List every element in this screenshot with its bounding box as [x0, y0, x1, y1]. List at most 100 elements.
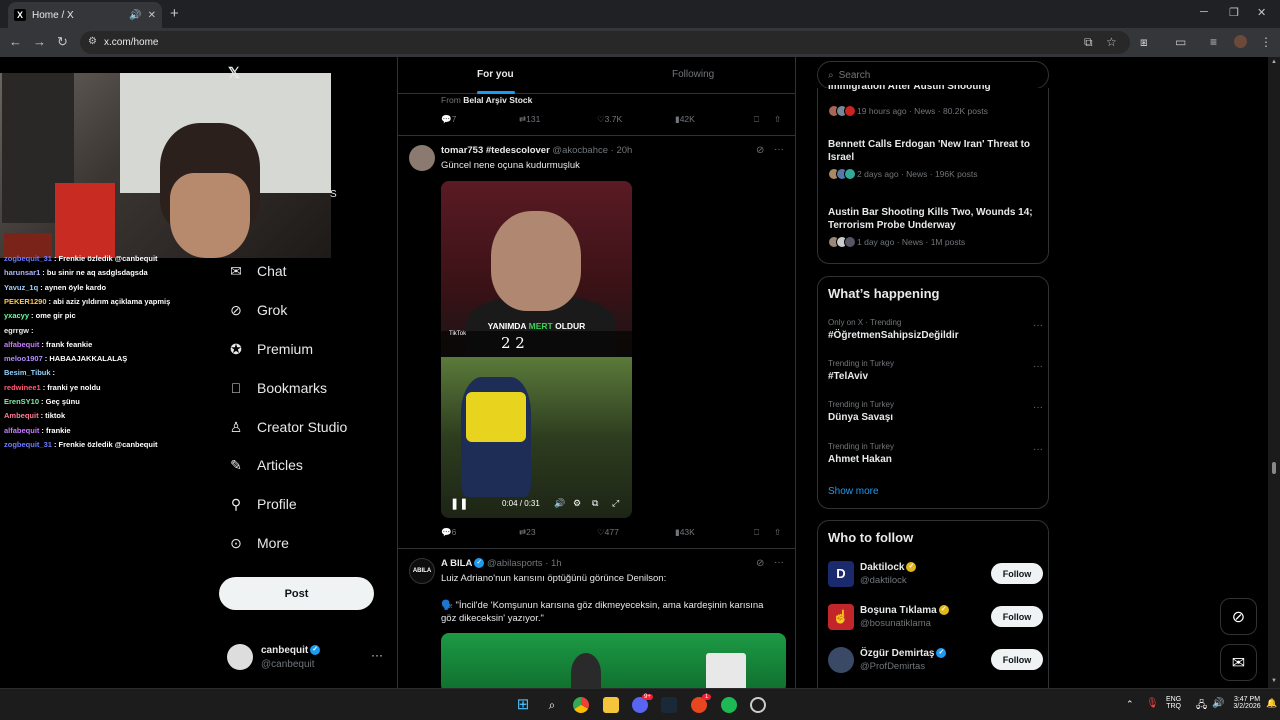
- sidepanel-icon[interactable]: ▭: [1175, 35, 1186, 49]
- tab-close-icon[interactable]: ✕: [148, 10, 156, 21]
- follow-suggestion[interactable]: Özgür Demirtaş ✓ @ProfDemirtas Follow: [828, 647, 1043, 677]
- repost-button[interactable]: ⇄ 131: [519, 114, 540, 125]
- nav-item-profile[interactable]: ⚲ Profile: [228, 492, 297, 516]
- follow-button[interactable]: Follow: [991, 606, 1043, 627]
- trend-item[interactable]: Trending in Turkey Dünya Savaşı ···: [828, 400, 1043, 423]
- tweet-author-handle[interactable]: @abilasports: [487, 558, 543, 569]
- scroll-up-icon[interactable]: ▲: [1271, 59, 1277, 65]
- search-icon[interactable]: ⌕: [544, 697, 560, 713]
- follow-suggestion[interactable]: ☝ Boşuna Tıklama ✓ @bosunatiklama Follow: [828, 604, 1043, 634]
- reload-icon[interactable]: ↻: [57, 34, 68, 50]
- tweet-author-name[interactable]: A BILA: [441, 558, 472, 569]
- pip-icon[interactable]: ⧉: [592, 498, 598, 509]
- like-button[interactable]: ♡ 3.7K: [597, 114, 622, 125]
- nav-item-bookmarks[interactable]: ⎕ Bookmarks: [228, 376, 327, 400]
- tab-for-you[interactable]: For you: [477, 69, 514, 80]
- steam-icon[interactable]: [661, 697, 677, 713]
- nav-item-articles[interactable]: ✎ Articles: [228, 453, 303, 477]
- microphone-icon[interactable]: 🎙: [1146, 698, 1159, 709]
- grok-float-button[interactable]: ⊘: [1220, 598, 1257, 635]
- messages-float-button[interactable]: ✉: [1220, 644, 1257, 681]
- minimize-icon[interactable]: ─: [1200, 6, 1208, 18]
- tweet-time[interactable]: · 1h: [545, 558, 561, 569]
- browser-menu-icon[interactable]: ⋮: [1260, 35, 1272, 49]
- grok-icon[interactable]: ⊘: [756, 558, 764, 569]
- account-more-icon[interactable]: ···: [371, 648, 383, 662]
- scrollbar[interactable]: ▲ ▼: [1268, 57, 1280, 688]
- nav-item-premium[interactable]: ✪ Premium: [228, 337, 313, 361]
- grok-icon[interactable]: ⊘: [756, 145, 764, 156]
- trend-more-icon[interactable]: ···: [1033, 361, 1043, 372]
- tweet-more-icon[interactable]: ···: [774, 144, 784, 155]
- reply-button[interactable]: 💬 6: [441, 527, 456, 538]
- browser-tab[interactable]: X Home / X 🔊 ✕: [8, 2, 162, 28]
- back-icon[interactable]: ←: [9, 34, 22, 49]
- post-button[interactable]: Post: [219, 577, 374, 610]
- repost-button[interactable]: ⇄ 23: [519, 527, 536, 538]
- avatar[interactable]: ABILA: [409, 558, 435, 584]
- clock[interactable]: 3:47 PM 3/2/2026: [1230, 696, 1264, 710]
- news-item[interactable]: Immigration After Austin Shooting: [828, 85, 1043, 93]
- bookmark-icon[interactable]: ⎕: [754, 114, 759, 125]
- share-icon[interactable]: ⇧: [774, 114, 781, 125]
- language-indicator[interactable]: ENG TRQ: [1166, 696, 1181, 710]
- trend-item[interactable]: Trending in Turkey Ahmet Hakan ···: [828, 442, 1043, 465]
- nav-item-more[interactable]: ⊙ More: [228, 531, 289, 555]
- from-source[interactable]: Belal Arşiv Stock: [463, 95, 532, 105]
- nav-item-grok[interactable]: ⊘ Grok: [228, 298, 287, 322]
- window-close-icon[interactable]: ✕: [1257, 6, 1266, 19]
- tweet-more-icon[interactable]: ···: [774, 557, 784, 568]
- new-tab-icon[interactable]: +: [170, 5, 179, 22]
- app2-icon[interactable]: [750, 697, 766, 713]
- tweet-image[interactable]: [441, 633, 786, 688]
- views-button[interactable]: ▮ 43K: [675, 527, 695, 538]
- share-icon[interactable]: ⇧: [774, 527, 781, 538]
- site-info-icon[interactable]: ⚙: [88, 36, 97, 47]
- x-logo-icon[interactable]: 𝕏: [228, 64, 240, 82]
- video-player[interactable]: YANIMDA MERT OLDUR 2 2 TikTok ❚❚ 0:04 / …: [441, 181, 632, 518]
- volume-icon[interactable]: 🔊: [554, 498, 565, 509]
- url-input[interactable]: ⚙ x.com/home: [80, 31, 1130, 54]
- tab-following[interactable]: Following: [672, 69, 714, 80]
- news-item[interactable]: 19 hours ago · News · 80.2K posts: [828, 101, 1043, 117]
- news-item[interactable]: Austin Bar Shooting Kills Two, Wounds 14…: [828, 206, 1043, 248]
- tray-expand-icon[interactable]: ⌃: [1126, 699, 1134, 710]
- trend-item[interactable]: Only on X · Trending #ÖğretmenSahipsizDe…: [828, 318, 1043, 341]
- notification-icon[interactable]: 🔔: [1266, 698, 1277, 709]
- forward-icon[interactable]: →: [33, 34, 46, 49]
- account-switcher[interactable]: canbequit ✓ @canbequit ···: [227, 644, 387, 674]
- network-icon[interactable]: 🖧: [1196, 698, 1207, 715]
- volume-icon[interactable]: 🔊: [1212, 698, 1224, 709]
- extensions-icon[interactable]: ⧆: [1140, 35, 1148, 50]
- fullscreen-icon[interactable]: ⤢: [612, 498, 619, 509]
- views-button[interactable]: ▮ 42K: [675, 114, 695, 125]
- follow-suggestion[interactable]: D Daktilock ✓ @daktilock Follow: [828, 561, 1043, 591]
- chrome-icon[interactable]: [573, 697, 589, 713]
- tweet-time[interactable]: · 20h: [611, 145, 633, 156]
- nav-item-creator-studio[interactable]: ♙ Creator Studio: [228, 415, 348, 439]
- tweet-author-name[interactable]: tomar753 #tedescolover: [441, 145, 550, 156]
- reading-list-icon[interactable]: ≡: [1210, 35, 1217, 49]
- follow-button[interactable]: Follow: [991, 649, 1043, 670]
- profile-avatar[interactable]: [1234, 35, 1247, 48]
- nav-item-chat[interactable]: ✉ Chat: [228, 259, 286, 283]
- news-item[interactable]: Bennett Calls Erdogan 'New Iran' Threat …: [828, 138, 1043, 180]
- restore-icon[interactable]: ❐: [1229, 6, 1239, 19]
- pause-icon[interactable]: ❚❚: [450, 497, 468, 510]
- follow-button[interactable]: Follow: [991, 563, 1043, 584]
- like-button[interactable]: ♡ 477: [597, 527, 619, 538]
- windows-start-icon[interactable]: ⊞: [515, 697, 531, 713]
- scrollbar-thumb[interactable]: [1272, 462, 1276, 474]
- trend-more-icon[interactable]: ···: [1033, 320, 1043, 331]
- scroll-down-icon[interactable]: ▼: [1271, 678, 1277, 684]
- tweet-author-handle[interactable]: @akocbahce: [552, 145, 608, 156]
- spotify-icon[interactable]: [721, 697, 737, 713]
- audio-icon[interactable]: 🔊: [129, 10, 141, 21]
- star-icon[interactable]: ☆: [1106, 35, 1117, 49]
- avatar[interactable]: [409, 145, 435, 171]
- trend-more-icon[interactable]: ···: [1033, 444, 1043, 455]
- bookmark-icon[interactable]: ⎕: [754, 527, 759, 538]
- settings-icon[interactable]: ⚙: [573, 498, 581, 509]
- trend-item[interactable]: Trending in Turkey #TelAviv ···: [828, 359, 1043, 382]
- install-app-icon[interactable]: ⧉: [1084, 35, 1093, 50]
